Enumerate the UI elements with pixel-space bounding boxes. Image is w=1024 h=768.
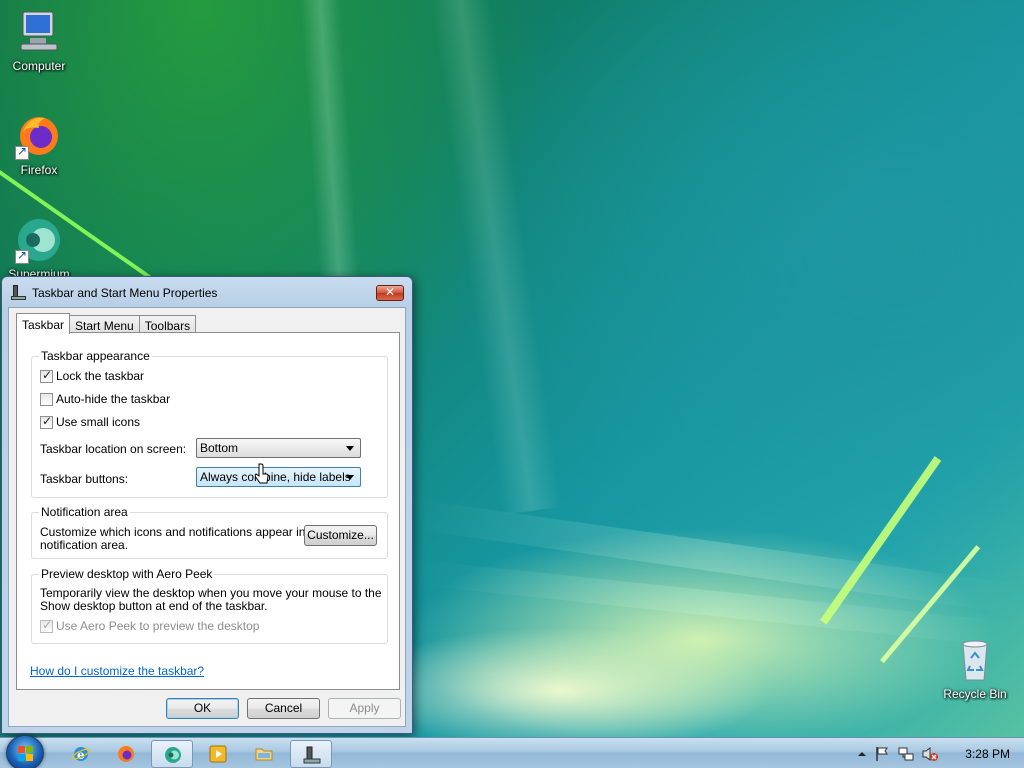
taskbar-button-taskbar-properties[interactable] bbox=[290, 740, 332, 768]
firefox-icon bbox=[118, 746, 134, 762]
shortcut-arrow-icon bbox=[15, 248, 29, 264]
show-hidden-icons-chevron[interactable] bbox=[854, 746, 870, 762]
network-icon[interactable] bbox=[898, 746, 914, 762]
chevron-down-icon bbox=[346, 446, 354, 451]
taskbar: e 3:28 PM bbox=[0, 735, 1024, 768]
location-label: Taskbar location on screen: bbox=[40, 442, 187, 456]
desktop-icon-computer[interactable]: Computer bbox=[1, 8, 77, 73]
mouse-cursor-icon bbox=[254, 463, 269, 485]
dialog-titlebar[interactable]: Taskbar and Start Menu Properties ✕ bbox=[2, 277, 412, 307]
group-notification-area: Notification area Customize which icons … bbox=[31, 505, 388, 559]
aero-peek-checkbox[interactable]: Use Aero Peek to preview the desktop bbox=[40, 618, 260, 633]
checkbox-box[interactable] bbox=[40, 368, 53, 383]
lock-taskbar-checkbox[interactable]: Lock the taskbar bbox=[40, 368, 145, 383]
taskbar-buttons-select[interactable]: Always combine, hide labels bbox=[196, 467, 361, 487]
help-link[interactable]: How do I customize the taskbar? bbox=[30, 664, 204, 678]
group-aero-peek: Preview desktop with Aero Peek Temporari… bbox=[31, 567, 388, 644]
taskbar-clock[interactable]: 3:28 PM bbox=[965, 747, 1010, 761]
taskbar-tab-panel: Taskbar appearance Lock the taskbar Auto… bbox=[16, 332, 400, 690]
group-title: Preview desktop with Aero Peek bbox=[39, 567, 215, 581]
tab-strip: Taskbar Start Menu Toolbars bbox=[16, 313, 197, 334]
group-taskbar-appearance: Taskbar appearance Lock the taskbar Auto… bbox=[31, 349, 388, 498]
shortcut-arrow-icon bbox=[15, 144, 29, 160]
checkbox-box[interactable] bbox=[40, 392, 53, 406]
aero-peek-description: Show desktop button at end of the taskba… bbox=[40, 599, 268, 613]
chevron-down-icon bbox=[346, 475, 354, 480]
group-title: Notification area bbox=[39, 505, 130, 519]
desktop-icon-label: Recycle Bin bbox=[943, 687, 1007, 701]
recycle-bin-icon bbox=[951, 636, 999, 684]
tab-taskbar[interactable]: Taskbar bbox=[16, 313, 71, 334]
start-button[interactable] bbox=[6, 735, 44, 768]
desktop-icon-firefox[interactable]: Firefox bbox=[1, 112, 77, 177]
autohide-taskbar-checkbox[interactable]: Auto-hide the taskbar bbox=[40, 392, 170, 406]
supermium-icon bbox=[165, 747, 181, 763]
volume-muted-icon[interactable] bbox=[922, 746, 938, 762]
taskbar-button-file-explorer[interactable] bbox=[243, 740, 285, 768]
cancel-button[interactable]: Cancel bbox=[247, 698, 320, 719]
notification-description: notification area. bbox=[40, 538, 129, 552]
taskbar-button-firefox[interactable] bbox=[105, 740, 147, 768]
desktop-icon-label: Firefox bbox=[20, 163, 58, 177]
media-player-icon bbox=[209, 745, 227, 763]
taskbar-properties-dialog: Taskbar and Start Menu Properties ✕ Task… bbox=[1, 276, 413, 734]
group-title: Taskbar appearance bbox=[39, 349, 152, 363]
close-button[interactable]: ✕ bbox=[376, 285, 404, 301]
aero-peek-description: Temporarily view the desktop when you mo… bbox=[40, 586, 382, 600]
taskbar-button-internet-explorer[interactable]: e bbox=[60, 740, 102, 768]
desktop-icon-recycle-bin[interactable]: Recycle Bin bbox=[937, 636, 1013, 701]
select-value: Bottom bbox=[200, 441, 239, 455]
desktop-icon-label: Computer bbox=[12, 59, 66, 73]
firefox-icon bbox=[15, 112, 63, 160]
taskbar-button-media-player[interactable] bbox=[197, 740, 239, 768]
windows-logo-icon bbox=[18, 746, 34, 762]
checkbox-box[interactable] bbox=[40, 414, 53, 429]
taskbar-location-select[interactable]: Bottom bbox=[196, 438, 361, 458]
checkbox-label: Lock the taskbar bbox=[56, 369, 145, 383]
internet-explorer-icon: e bbox=[72, 747, 90, 762]
taskbar-properties-icon bbox=[11, 285, 26, 300]
small-icons-checkbox[interactable]: Use small icons bbox=[40, 414, 141, 429]
notification-description: Customize which icons and notifications … bbox=[40, 525, 326, 539]
computer-icon bbox=[15, 8, 63, 56]
checkbox-label: Use Aero Peek to preview the desktop bbox=[56, 619, 260, 633]
checkbox-label: Auto-hide the taskbar bbox=[56, 392, 171, 406]
taskbar-button-supermium[interactable] bbox=[151, 740, 193, 768]
checkbox-label: Use small icons bbox=[56, 415, 141, 429]
taskbar-properties-icon bbox=[303, 746, 321, 764]
apply-button[interactable]: Apply bbox=[328, 698, 401, 719]
dialog-title: Taskbar and Start Menu Properties bbox=[32, 286, 218, 300]
ok-button[interactable]: OK bbox=[166, 698, 239, 719]
customize-button[interactable]: Customize... bbox=[304, 525, 377, 546]
file-explorer-icon bbox=[255, 748, 273, 761]
buttons-label: Taskbar buttons: bbox=[40, 472, 129, 486]
notification-tray: 3:28 PM bbox=[854, 738, 1024, 768]
action-center-flag-icon[interactable] bbox=[874, 746, 890, 762]
select-value: Always combine, hide labels bbox=[200, 470, 351, 484]
checkbox-box[interactable] bbox=[40, 618, 53, 633]
supermium-icon bbox=[15, 216, 63, 264]
dialog-client-area: Taskbar Start Menu Toolbars Taskbar appe… bbox=[8, 307, 406, 727]
desktop-icon-supermium[interactable]: Supermium bbox=[1, 216, 77, 281]
